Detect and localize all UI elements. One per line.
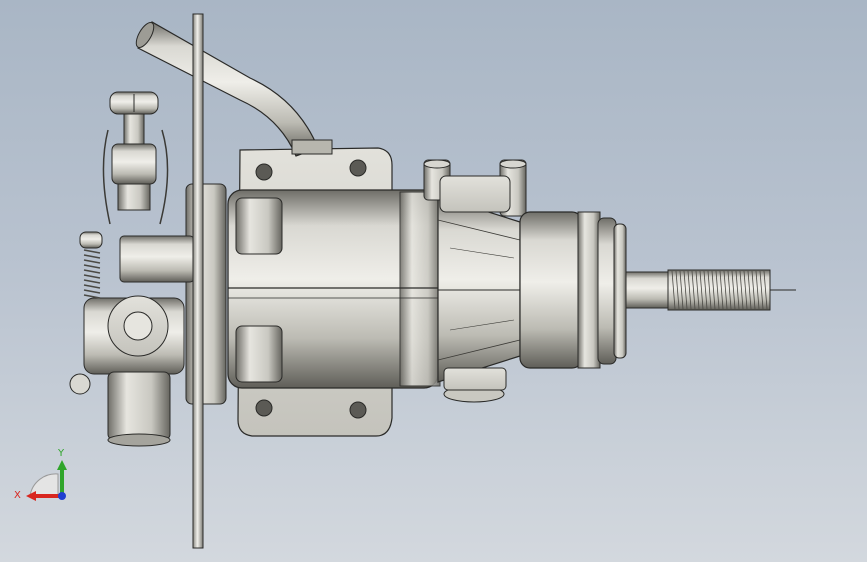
front-housing [437, 195, 521, 383]
y-axis-label: Y [57, 448, 65, 459]
propeller-hub [519, 211, 627, 369]
cad-model-view[interactable]: Y X [0, 0, 867, 562]
graphics-viewport[interactable]: Y X [0, 0, 867, 562]
needle-spring [83, 249, 101, 299]
flange-bolt-hole [255, 399, 273, 417]
exhaust-pipe [135, 21, 333, 157]
orientation-triad[interactable]: Y X [14, 448, 67, 501]
crankshaft [625, 269, 796, 311]
z-axis-dot [58, 492, 66, 500]
crankcase [227, 189, 441, 389]
throttle-rod [192, 13, 204, 549]
flange-bolt-hole [349, 159, 367, 177]
flange-bolt-hole [255, 163, 273, 181]
x-axis-label: X [14, 490, 21, 501]
flange-bolt-hole [349, 401, 367, 419]
